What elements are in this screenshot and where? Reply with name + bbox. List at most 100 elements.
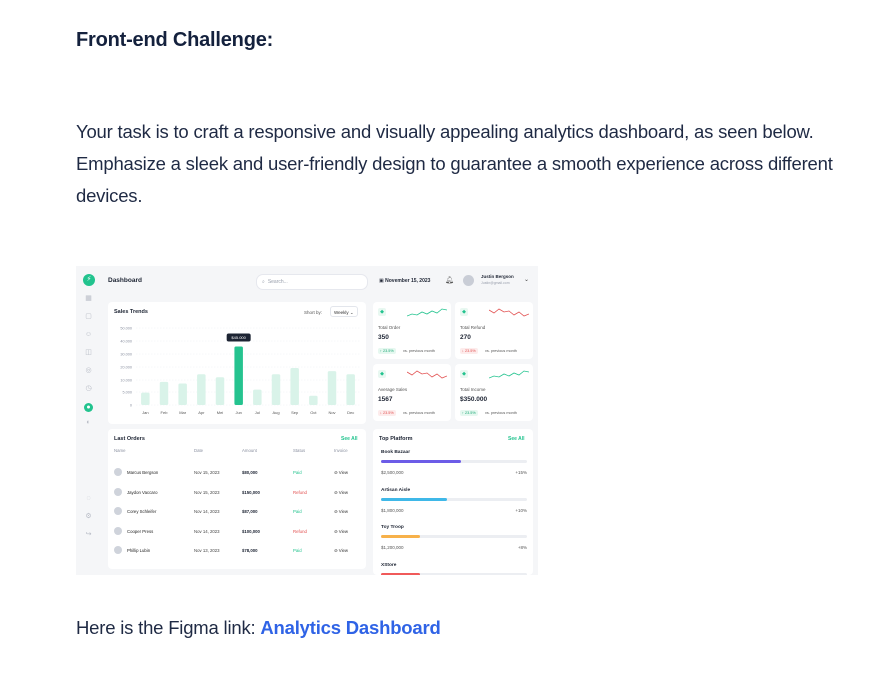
chart-bar <box>327 371 337 405</box>
date-text: November 15, 2023 <box>385 278 431 284</box>
order-status: Paid <box>293 509 302 514</box>
avatar <box>114 487 122 496</box>
last-orders-title: Last Orders <box>114 436 145 442</box>
user-email: Justin@gmail.com <box>481 281 510 285</box>
chart-bar <box>271 374 281 405</box>
x-tick-label: Mei <box>217 410 224 415</box>
y-tick-label: 10.000 <box>120 379 132 383</box>
platform-row: Artisan Aisle $1,800,000 +10% <box>379 488 527 525</box>
order-name: Marcus Bergson <box>127 470 159 475</box>
stat-card: ◆ Total Refund 270 ↓ 23.5% vs. previous mont… <box>455 302 533 359</box>
active-icon: ● <box>84 403 93 412</box>
stat-label: Total Refund <box>460 325 486 330</box>
last-orders-card: Last Orders See All Name Date Amount Sta… <box>108 429 366 569</box>
y-tick-label: 50.000 <box>120 327 132 331</box>
order-amount: $100,000 <box>242 528 260 534</box>
stat-card: ◆ Total Income $350.000 ↑ 23.5% vs. previous… <box>455 364 533 421</box>
order-name: Phillip Lubin <box>127 548 151 553</box>
intro-text: Your task is to craft a responsive and v… <box>76 121 833 206</box>
order-amount: $78,000 <box>242 548 258 553</box>
platform-percent: +10% <box>515 507 527 513</box>
sales-bar-chart: 50.000 40.000 30.000 20.000 10.000 5.000 0 Jan F… <box>120 327 360 415</box>
order-view-link: ⊘ View <box>334 548 348 554</box>
chart-bar <box>253 389 262 405</box>
grid-icon: ▦ <box>85 295 92 302</box>
table-row: Jaydon Vaccaro Nov 15, 2023 $150,000 Refund… <box>108 483 366 502</box>
col-header-date: Date <box>194 448 204 453</box>
order-amount: $87,000 <box>242 509 258 514</box>
y-tick-label: 30.000 <box>120 353 132 357</box>
stat-value: 350 <box>378 334 389 341</box>
table-row: Phillip Lubin Nov 13, 2023 $78,000 Paid ⊘ Vi… <box>108 541 366 560</box>
platform-value: $2,500,000 <box>381 470 404 475</box>
chevron-down-icon: ⌄ <box>524 277 530 283</box>
col-header-invoice: Invoice <box>334 448 348 453</box>
chart-bar <box>178 383 187 405</box>
order-view-link: ⊘ View <box>334 529 348 535</box>
figma-prefix: Here is the Figma link: <box>76 617 261 638</box>
order-name: Jaydon Vaccaro <box>127 489 158 495</box>
order-date: Nov 14, 2023 <box>194 509 220 514</box>
order-date: Nov 15, 2023 <box>194 489 220 495</box>
platform-progress-fill <box>381 572 421 575</box>
avatar <box>463 275 474 286</box>
order-amount: $150,000 <box>242 489 260 495</box>
order-view-link: ⊘ View <box>334 509 348 515</box>
platform-progress-fill <box>381 460 462 463</box>
y-tick-label: 0 <box>130 404 132 408</box>
avatar <box>114 526 122 535</box>
order-date: Nov 13, 2023 <box>194 548 220 553</box>
figma-link[interactable]: Analytics Dashboard <box>260 617 440 638</box>
platform-name: Toy Troop <box>381 525 404 530</box>
info-icon: ◌ <box>86 495 91 502</box>
platform-progress-fill <box>381 535 421 538</box>
doc-icon: ▢ <box>85 313 92 320</box>
platform-name: XStore <box>381 562 397 568</box>
stat-value: 1567 <box>378 396 393 403</box>
order-name: Cooper Press <box>127 528 154 534</box>
search-input: ⌕ Search... <box>256 274 368 290</box>
x-tick-label: Sep <box>291 410 299 415</box>
chart-bar <box>309 395 318 405</box>
top-platform-card: Top Platform See All Book Bazaar $2,500,0… <box>373 429 533 575</box>
order-status: Refund <box>293 489 307 495</box>
logo-icon: ⚡ <box>83 274 95 286</box>
date-label: ▣ November 15, 2023 <box>379 278 430 284</box>
order-name: Corey Schleifer <box>127 509 157 514</box>
dashboard-preview-image: ⚡ ▦ ▢ ☺ ◫ ◎ ◷ ● ◐ ◌ ⚙ ↪ Dashboard ⌕ Searc… <box>76 266 538 575</box>
platform-percent: +8% <box>517 545 527 550</box>
users-icon: ☺ <box>84 331 93 338</box>
sparkline <box>407 308 447 317</box>
user-menu: Justin Bergson Justin@gmail.com ⌄ <box>463 273 533 289</box>
order-amount: $80,000 <box>242 470 258 475</box>
page-heading: Front-end Challenge: <box>76 29 274 51</box>
col-header-amount: Amount <box>242 448 257 453</box>
platform-row: Book Bazaar $2,500,000 +15% <box>379 450 527 487</box>
moon-icon: ◐ <box>86 419 91 426</box>
x-tick-label: Jul <box>255 410 260 415</box>
stat-icon: ◆ <box>378 370 386 378</box>
stat-change-badge: ↑ 23.5% <box>460 410 478 416</box>
avatar <box>114 546 122 554</box>
x-tick-label: Mar <box>179 410 187 415</box>
stat-comparison: vs. previous month <box>403 411 435 415</box>
view-label: View <box>338 489 349 495</box>
search-placeholder: Search... <box>267 279 288 285</box>
x-tick-label: Jun <box>235 410 241 415</box>
col-header-name: Name <box>114 448 126 453</box>
search-icon: ⌕ <box>262 279 265 285</box>
chart-tooltip-label: $45.000 <box>231 335 246 340</box>
top-platform-title: Top Platform <box>379 436 413 442</box>
dashboard-title: Dashboard <box>108 277 142 284</box>
x-tick-label: Feb <box>161 410 169 415</box>
view-label: View <box>338 528 349 534</box>
x-tick-label: Dec <box>347 410 354 415</box>
bell-icon: 🔔︎ <box>445 277 454 284</box>
platform-name: Book Bazaar <box>381 450 411 455</box>
platform-value: $1,800,000 <box>381 507 404 513</box>
stat-card: ◆ Average Sales 1567 ↓ 23.5% vs. previous mo… <box>373 364 451 421</box>
y-tick-label: 20.000 <box>120 366 132 370</box>
platform-name: Artisan Aisle <box>381 487 411 493</box>
order-status: Paid <box>293 470 302 475</box>
avatar <box>114 468 122 476</box>
